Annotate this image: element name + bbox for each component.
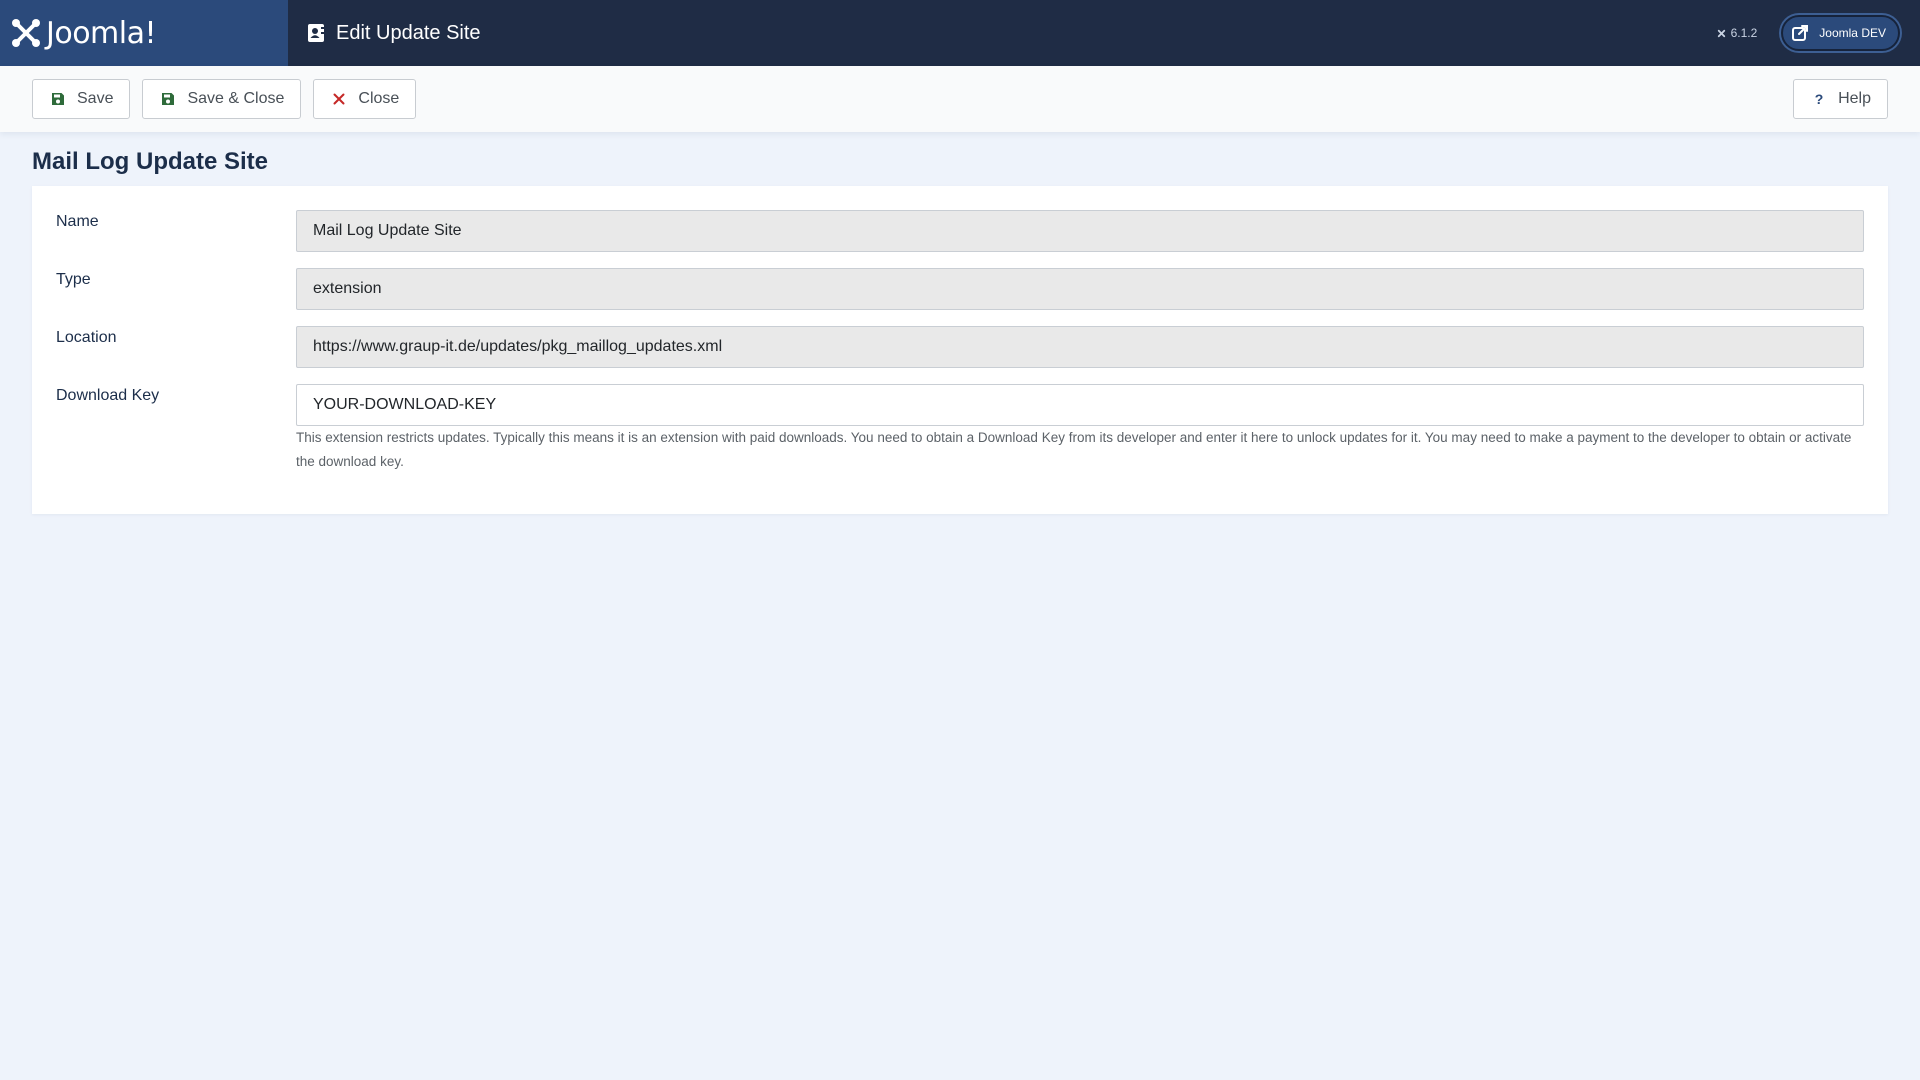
question-icon: ? xyxy=(1815,92,1824,106)
save-icon xyxy=(52,93,64,105)
download-key-hint: This extension restricts updates. Typica… xyxy=(296,430,1852,469)
type-field[interactable]: extension xyxy=(296,268,1864,310)
header-right: 6.1.2 Joomla DEV xyxy=(1716,15,1920,51)
svg-text:?: ? xyxy=(1815,92,1824,106)
location-field[interactable]: https://www.graup-it.de/updates/pkg_mail… xyxy=(296,326,1864,368)
joomla-icon xyxy=(12,19,40,47)
version-text: 6.1.2 xyxy=(1730,26,1758,40)
brand-name: Joomla! xyxy=(46,15,157,51)
save-label: Save xyxy=(77,90,114,107)
location-label: Location xyxy=(56,329,117,346)
joomla-small-icon xyxy=(1717,29,1725,37)
help-button[interactable]: ? Help xyxy=(1793,79,1888,119)
close-x-icon xyxy=(333,93,345,105)
address-card-icon xyxy=(308,24,324,42)
close-label: Close xyxy=(358,90,400,107)
name-field[interactable]: Mail Log Update Site xyxy=(296,210,1864,252)
form-title: Mail Log Update Site xyxy=(32,148,269,175)
close-button[interactable]: Close xyxy=(313,79,417,119)
external-link-icon xyxy=(1792,25,1809,41)
update-site-form: Name Mail Log Update Site Type extension… xyxy=(32,186,1888,514)
brand-area[interactable]: Joomla! xyxy=(0,0,288,66)
type-label: Type xyxy=(56,271,91,288)
site-button-label: Joomla DEV xyxy=(1819,26,1886,40)
view-site-button[interactable]: Joomla DEV xyxy=(1781,15,1900,51)
joomla-logo[interactable]: Joomla! xyxy=(10,15,157,51)
save-button[interactable]: Save xyxy=(32,79,131,119)
top-header: Joomla! Edit Update Site 6.1.2 Joomla DE… xyxy=(0,0,1920,66)
page-title-area: Edit Update Site xyxy=(288,22,1716,45)
download-key-label: Download Key xyxy=(56,387,160,404)
toolbar: Save Save & Close Close ? Help xyxy=(0,66,1920,132)
page-title: Edit Update Site xyxy=(336,21,481,44)
save-close-icon xyxy=(162,93,175,105)
help-label: Help xyxy=(1838,90,1871,107)
save-close-button[interactable]: Save & Close xyxy=(142,79,302,119)
name-label: Name xyxy=(56,213,99,230)
save-close-label: Save & Close xyxy=(187,90,285,107)
version-badge: 6.1.2 xyxy=(1716,26,1758,40)
download-key-input[interactable]: YOUR-DOWNLOAD-KEY xyxy=(296,384,1864,426)
